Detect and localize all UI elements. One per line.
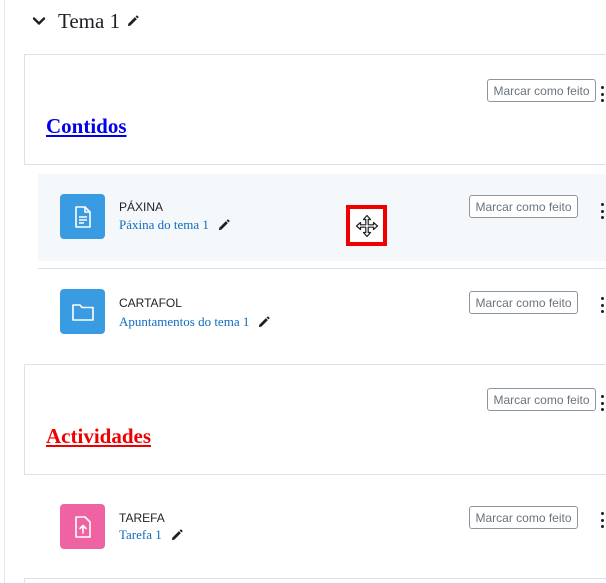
activity-type: TAREFA [119,511,165,525]
pencil-icon[interactable] [170,528,183,542]
actions-menu-icon[interactable] [597,297,606,313]
activity-name[interactable]: Páxina do tema 1 [119,217,209,233]
activity-type: PÁXINA [119,200,164,214]
pencil-icon[interactable] [257,315,270,329]
actions-menu-icon[interactable] [597,395,606,411]
label-card-contidos: Contidos Marcar como feito [24,54,606,165]
section-title[interactable]: Tema 1 [58,9,120,34]
activity-link[interactable]: Apuntamentos do tema 1 [119,314,270,330]
mark-as-done-button[interactable]: Marcar como feito [487,388,596,411]
next-card-edge [24,578,606,583]
page-icon [60,194,105,239]
mark-as-done-button[interactable]: Marcar como feito [469,195,578,218]
actions-menu-icon[interactable] [597,203,606,219]
activity-row-page[interactable]: PÁXINA Páxina do tema 1 Marcar como feit… [38,174,606,261]
pencil-icon[interactable] [217,218,230,232]
activity-name[interactable]: Apuntamentos do tema 1 [119,314,249,330]
mark-as-done-button[interactable]: Marcar como feito [487,79,596,102]
move-handle[interactable] [346,205,387,246]
course-content-border [4,0,5,583]
activity-row-folder[interactable]: CARTAFOL Apuntamentos do tema 1 Marcar c… [38,269,606,355]
activity-link[interactable]: Páxina do tema 1 [119,217,230,233]
label-card-actividades: Actividades Marcar como feito [24,364,606,475]
chevron-down-icon[interactable] [30,12,48,30]
activity-type: CARTAFOL [119,296,182,310]
actions-menu-icon[interactable] [597,512,606,528]
mark-as-done-button[interactable]: Marcar como feito [469,291,578,314]
actions-menu-icon[interactable] [597,86,606,102]
activity-name[interactable]: Tarefa 1 [119,527,162,543]
activity-row-assignment[interactable]: TAREFA Tarefa 1 Marcar como feito [38,484,606,570]
section-header: Tema 1 [30,6,139,36]
label-text[interactable]: Contidos [46,114,127,139]
folder-icon [60,289,105,334]
assignment-icon [60,504,105,549]
label-text[interactable]: Actividades [46,424,151,449]
mark-as-done-button[interactable]: Marcar como feito [469,506,578,529]
pencil-icon[interactable] [126,14,139,28]
move-icon[interactable] [355,214,379,238]
activity-link[interactable]: Tarefa 1 [119,527,183,543]
